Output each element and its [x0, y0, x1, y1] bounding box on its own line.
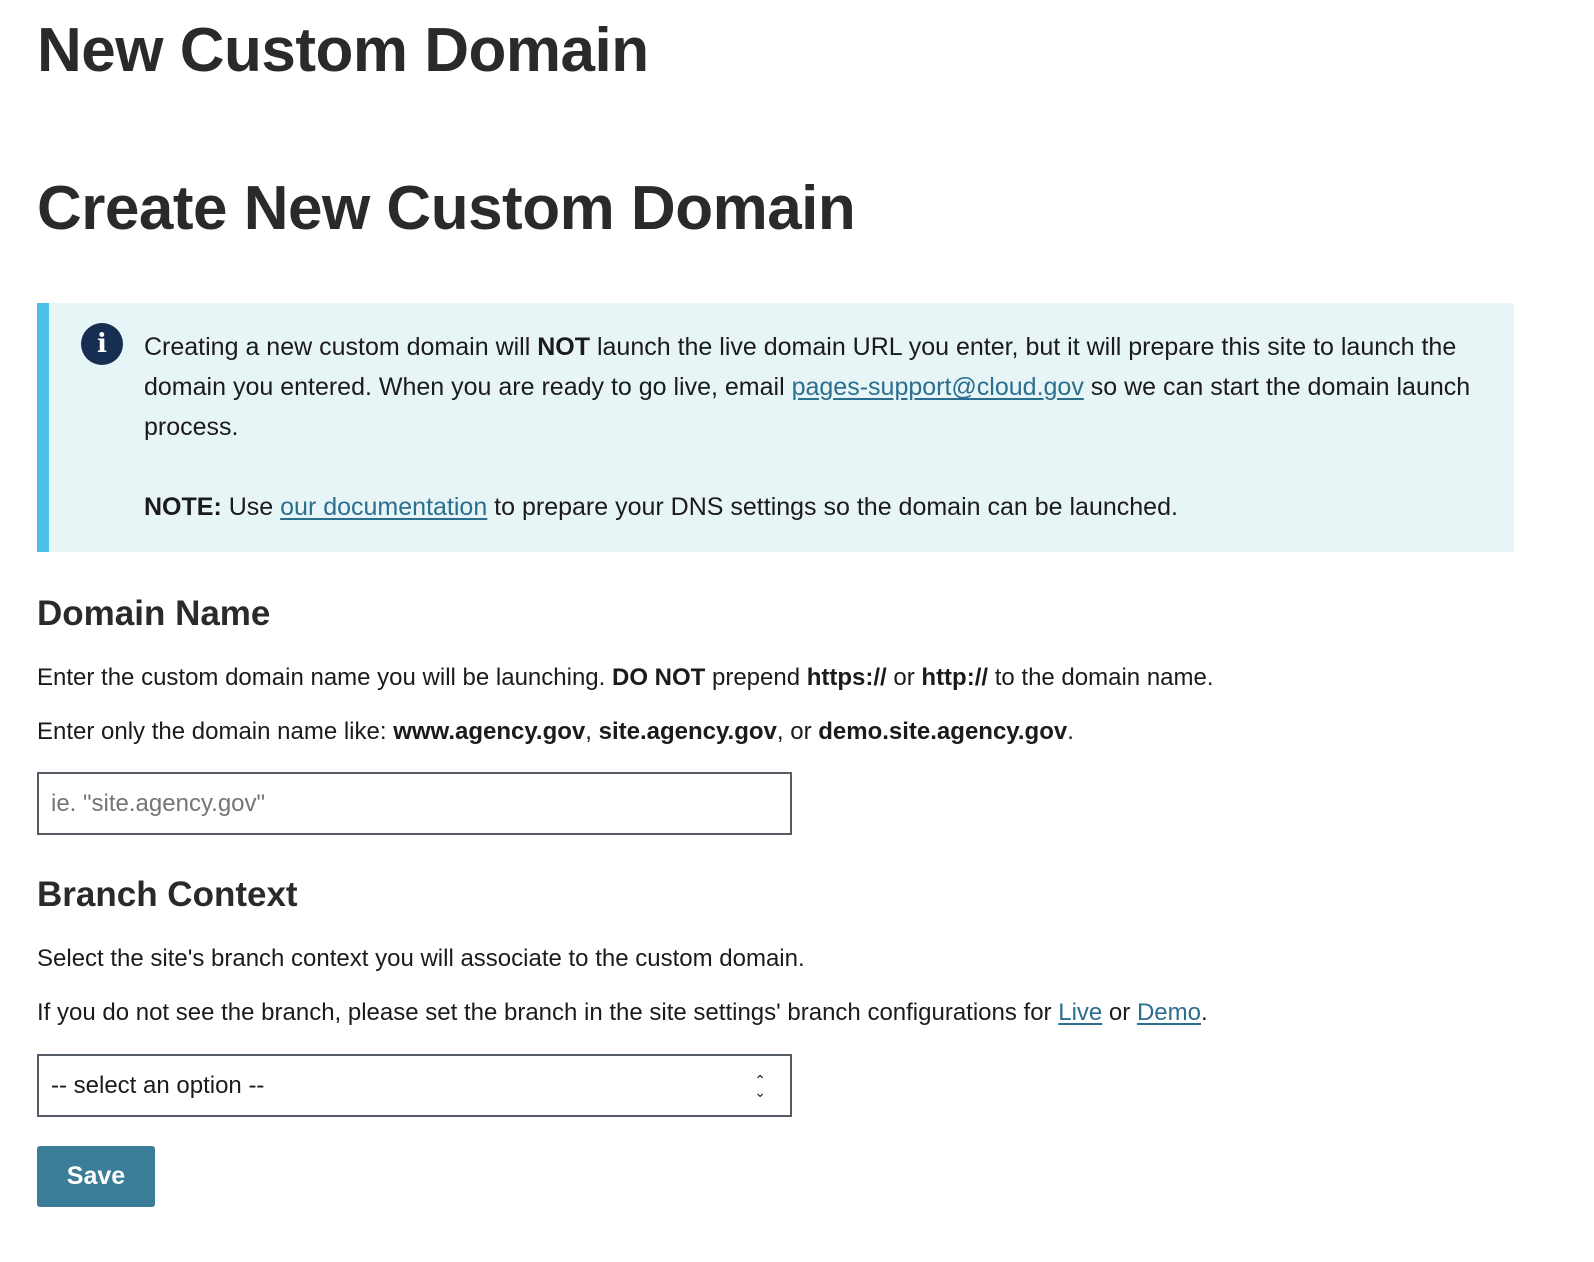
alert-paragraph-launch: Creating a new custom domain will NOT la… — [144, 333, 1471, 441]
domain-name-heading: Domain Name — [37, 594, 271, 633]
branch-context-select[interactable]: -- select an option -- ⌃ ⌄ — [37, 1054, 792, 1117]
domain-name-help-prepend: Enter the custom domain name you will be… — [37, 664, 1214, 691]
support-email-link[interactable]: pages-support@cloud.gov — [792, 373, 1084, 401]
page: New Custom Domain Create New Custom Doma… — [0, 0, 1594, 1262]
alert-paragraph-note: NOTE: Use our documentation to prepare y… — [144, 493, 1178, 521]
demo-branch-link[interactable]: Demo — [1137, 999, 1201, 1026]
documentation-link[interactable]: our documentation — [280, 493, 487, 521]
select-value: -- select an option -- — [51, 1071, 265, 1099]
up-down-chevron-icon: ⌃ ⌄ — [754, 1071, 766, 1100]
form-title: Create New Custom Domain — [37, 174, 856, 243]
live-branch-link[interactable]: Live — [1058, 999, 1102, 1026]
info-icon: i — [81, 323, 123, 365]
page-title: New Custom Domain — [37, 16, 649, 85]
branch-context-help-settings: If you do not see the branch, please set… — [37, 999, 1208, 1026]
domain-name-help-examples: Enter only the domain name like: www.age… — [37, 718, 1074, 745]
info-alert: i Creating a new custom domain will NOT … — [37, 303, 1514, 552]
save-button[interactable]: Save — [37, 1146, 155, 1207]
branch-context-help: Select the site's branch context you wil… — [37, 945, 805, 972]
domain-name-input[interactable] — [37, 772, 792, 835]
branch-context-heading: Branch Context — [37, 875, 298, 914]
